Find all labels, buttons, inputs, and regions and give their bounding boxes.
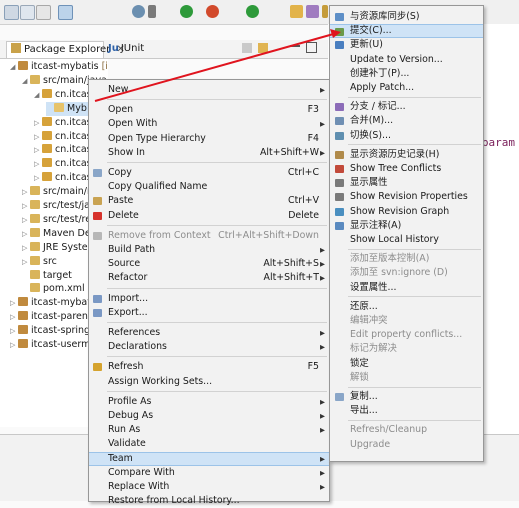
annotation-arrow xyxy=(94,29,341,102)
annotation-arrow-line xyxy=(94,32,338,102)
annotation-arrow-head xyxy=(330,29,341,38)
